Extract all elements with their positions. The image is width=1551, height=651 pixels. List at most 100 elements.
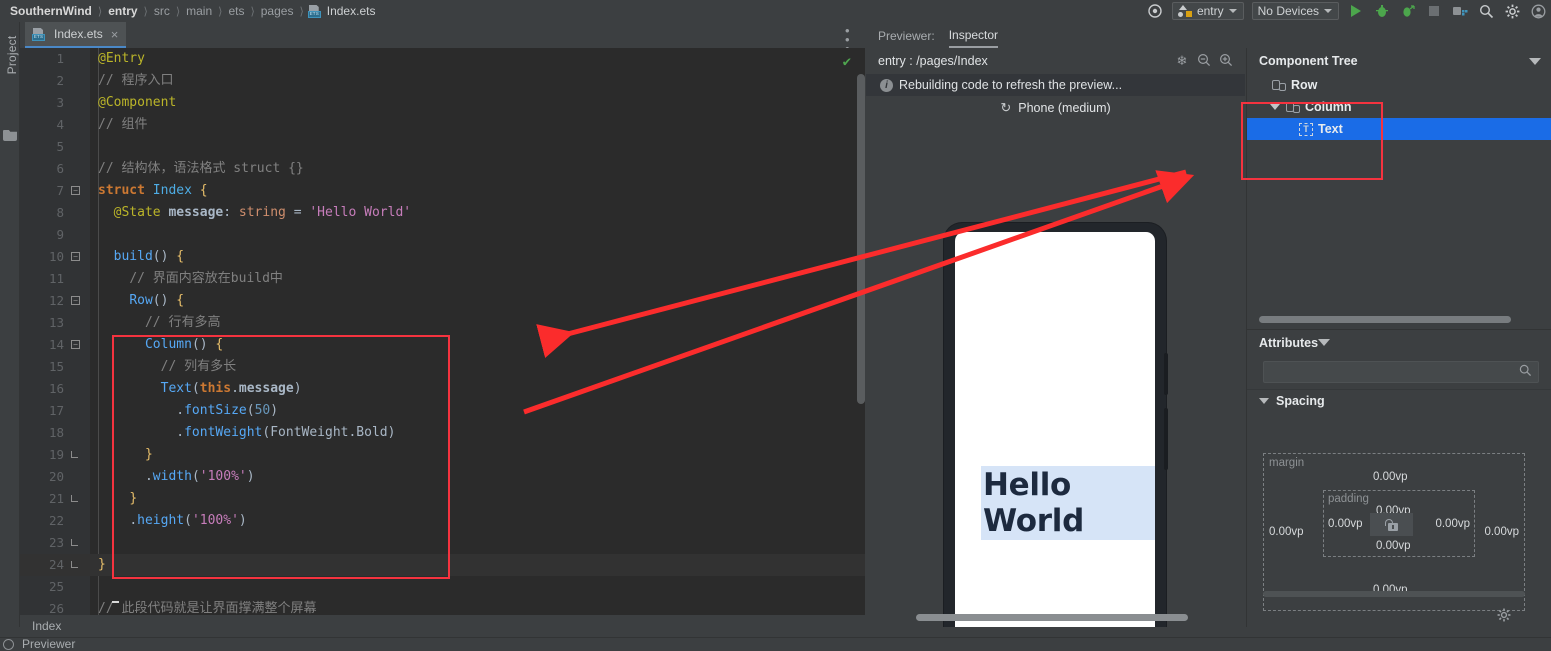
line-number: 14 [48,337,64,352]
code-fold-icon[interactable]: − [71,296,80,305]
code-fold-icon[interactable]: − [71,186,80,195]
code-line[interactable]: 22 .height('100%') [20,510,865,532]
padding-right-value[interactable]: 0.00vp [1435,518,1470,530]
attributes-search-wrap [1247,355,1551,389]
section-spacing[interactable]: Spacing [1247,389,1551,411]
breadcrumb-module[interactable]: entry [106,4,139,18]
tree-expander[interactable] [1269,104,1281,110]
tab-inspector[interactable]: Inspector [948,28,999,48]
padding-left-value[interactable]: 0.00vp [1328,518,1363,530]
code-line[interactable]: 12− Row() { [20,290,865,312]
tab-index-ets[interactable]: Index.ets × [25,22,127,48]
device-manager-icon[interactable] [1447,0,1473,22]
box-model-padding: padding 0.00vp 0.00vp 0.00vp 0.00vp [1323,490,1475,557]
previewer-horizontal-scrollbar[interactable] [916,614,1188,621]
inspector-horizontal-scrollbar[interactable] [1263,591,1525,597]
line-number: 25 [48,579,64,594]
breadcrumb-project[interactable]: SouthernWind [8,4,94,18]
code-line[interactable]: 25 [20,576,865,598]
code-line[interactable]: 14− Column() { [20,334,865,356]
code-line[interactable]: 21 } [20,488,865,510]
code-line[interactable]: 10− build() { [20,246,865,268]
refresh-icon[interactable]: ↻ [1000,100,1011,116]
stop-icon[interactable] [1421,0,1447,22]
deveco-studio-window: SouthernWind ⟩ entry ⟩ src ⟩ main ⟩ ets … [0,0,1551,651]
chevron-down-icon[interactable] [1318,339,1331,346]
breadcrumb-ets[interactable]: ets [226,4,246,18]
code-line[interactable]: 17 .fontSize(50) [20,400,865,422]
preview-hello-world-text[interactable]: Hello World [981,466,1155,540]
profile-icon[interactable] [1395,0,1421,22]
account-icon[interactable] [1525,0,1551,22]
attributes-header: Attributes [1247,329,1551,355]
component-tree-horizontal-scrollbar[interactable] [1259,316,1511,323]
editor-breadcrumb-label[interactable]: Index [32,619,61,633]
code-fold-end-icon[interactable] [71,561,78,568]
code-line[interactable]: 4 // 组件 [20,114,865,136]
margin-top-value[interactable]: 0.00vp [1373,471,1408,483]
code-fold-end-icon[interactable] [71,495,78,502]
search-icon[interactable] [1519,364,1532,380]
code-fold-end-icon[interactable] [71,451,78,458]
code-line[interactable]: 9 [20,224,865,246]
margin-right-value[interactable]: 0.00vp [1484,526,1519,538]
chevron-down-icon[interactable] [1529,57,1541,65]
tree-node-text[interactable]: T Text [1247,118,1551,140]
tree-node-column[interactable]: Column [1247,96,1551,118]
code-line[interactable]: 20 .width('100%') [20,466,865,488]
pin-icon[interactable]: ❄ [1171,53,1193,69]
code-line[interactable]: 13 // 行有多高 [20,312,865,334]
code-line[interactable]: 6 // 结构体，语法格式 struct {} [20,158,865,180]
breadcrumb-file[interactable]: Index.ets [325,4,378,18]
lock-toggle[interactable] [1370,513,1413,536]
code-fold-end-icon[interactable] [71,539,78,546]
gear-icon[interactable] [1497,608,1511,625]
code-line[interactable]: 1 @Entry [20,48,865,70]
breadcrumb-main[interactable]: main [184,4,214,18]
zoom-in-icon[interactable] [1215,53,1237,70]
code-line[interactable]: 2 // 程序入口 [20,70,865,92]
padding-bottom-value[interactable]: 0.00vp [1376,540,1411,552]
sidebar-item-project[interactable]: Project [5,25,19,85]
debug-icon[interactable] [1369,0,1395,22]
margin-left-value[interactable]: 0.00vp [1269,526,1304,538]
run-configuration-selector[interactable]: entry [1171,2,1244,20]
previewer-canvas[interactable]: Hello World [866,122,1245,627]
zoom-out-icon[interactable] [1193,53,1215,70]
component-tree[interactable]: Row Column T Text [1241,74,1551,329]
code-line[interactable]: 3 @Component [20,92,865,114]
box-model-margin: margin 0.00vp 0.00vp 0.00vp 0.00vp paddi… [1263,453,1525,611]
code-line[interactable]: 16 Text(this.message) [20,378,865,400]
target-icon[interactable] [1142,0,1168,22]
line-number: 6 [56,161,64,176]
breadcrumb-src[interactable]: src [152,4,172,18]
status-bar-previewer-button[interactable]: Previewer [22,637,75,651]
phone-screen[interactable]: Hello World [955,232,1155,627]
breadcrumb-pages[interactable]: pages [259,4,296,18]
code-fold-icon[interactable]: − [71,252,80,261]
code-fold-icon[interactable]: − [71,340,80,349]
search-icon[interactable] [1473,0,1499,22]
code-line[interactable]: 8 @State message: string = 'Hello World' [20,202,865,224]
device-selector[interactable]: No Devices [1251,2,1339,20]
tab-label: Index.ets [54,27,103,41]
intention-bulb-icon[interactable] [110,588,122,603]
run-icon[interactable] [1343,0,1369,22]
code-line[interactable]: 26 // 此段代码就是让界面撑满整个屏幕 [20,598,865,615]
editor-vertical-scrollbar[interactable] [857,74,865,404]
code-editor[interactable]: 1 @Entry 2 // 程序入口 3 @Component 4 // 组件 5 6 // 结构体… [20,48,865,615]
code-line[interactable]: 24} [20,554,865,576]
gear-icon[interactable] [1499,0,1525,22]
code-line[interactable]: 15 // 列有多长 [20,356,865,378]
code-line[interactable]: 7− struct Index { [20,180,865,202]
code-line[interactable]: 19 } [20,444,865,466]
close-icon[interactable]: × [111,27,119,42]
code-line[interactable]: 23 [20,532,865,554]
attributes-search-box[interactable] [1263,361,1539,383]
code-line[interactable]: 5 [20,136,865,158]
search-input[interactable] [1270,365,1519,379]
code-line[interactable]: 11 // 界面内容放在build中 [20,268,865,290]
code-line[interactable]: 18 .fontWeight(FontWeight.Bold) [20,422,865,444]
tree-node-row[interactable]: Row [1247,74,1551,96]
inspection-status-icon[interactable]: ✔ [843,54,851,70]
